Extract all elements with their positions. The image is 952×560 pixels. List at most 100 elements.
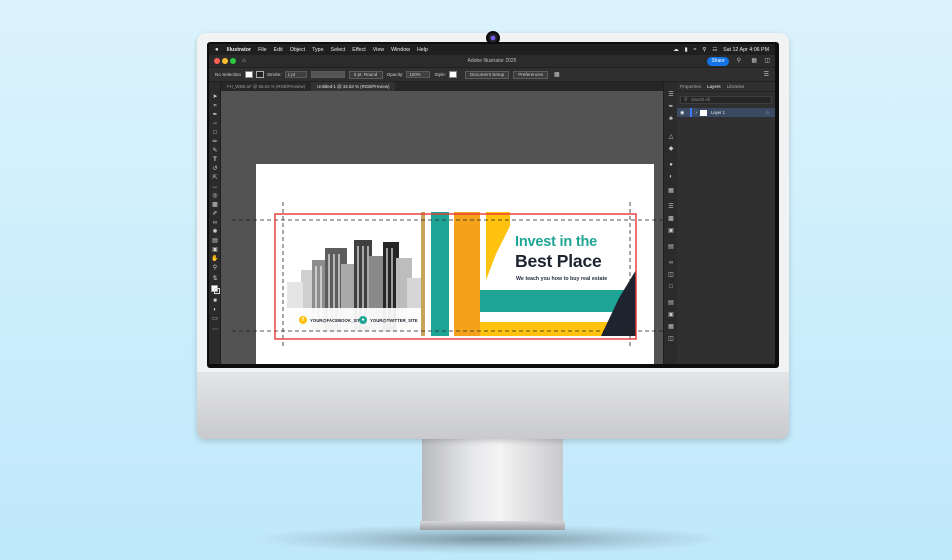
menu-effect[interactable]: Effect	[352, 47, 365, 53]
links-panel-icon[interactable]: ∞	[667, 260, 675, 266]
battery-icon[interactable]: ▮	[685, 47, 688, 53]
target-icon[interactable]: ○	[766, 110, 769, 115]
artboard-tool-icon[interactable]: ▣	[211, 247, 219, 253]
scale-tool-icon[interactable]: ⇱	[211, 175, 219, 181]
curvature-tool-icon[interactable]: ∽	[211, 121, 219, 127]
asset-export-panel-icon[interactable]: ◫	[667, 272, 675, 278]
home-icon[interactable]: ⌂	[242, 55, 246, 67]
menu-file[interactable]: File	[258, 47, 267, 53]
rectangle-tool-icon[interactable]: □	[211, 130, 219, 136]
color-panel-icon[interactable]: ●	[667, 162, 675, 168]
blend-tool-icon[interactable]: ∞	[211, 220, 219, 226]
menu-type[interactable]: Type	[312, 47, 323, 53]
menu-window[interactable]: Window	[391, 47, 410, 53]
transform-panel-icon[interactable]: ▦	[667, 324, 675, 330]
window-titlebar: ⌂ Adobe Illustrator 2025 Share ⚲ ▦ ◫	[209, 55, 775, 67]
panel-menu-icon[interactable]: ☰	[764, 71, 769, 78]
paintbrush-tool-icon[interactable]: ✏	[211, 139, 219, 145]
symbol-sprayer-tool-icon[interactable]: ✺	[211, 229, 219, 235]
workspace-switcher-icon[interactable]: ▦	[751, 55, 757, 67]
brushes-panel-icon[interactable]: ✒	[667, 104, 675, 110]
opacity-field[interactable]: 100%	[406, 71, 431, 78]
clock[interactable]: Sat 12 Apr 4:06 PM	[723, 47, 769, 53]
stroke-weight-field[interactable]: 1 pt	[284, 71, 307, 78]
stroke-swatch[interactable]	[256, 71, 265, 78]
layer-thumbnail	[700, 109, 708, 116]
tab-fh-web[interactable]: FH_WEB.ai* @ 66.63 % (RGB/Preview)	[221, 82, 311, 91]
appearance-panel-icon[interactable]: △	[667, 134, 675, 140]
rotate-tool-icon[interactable]: ↺	[211, 166, 219, 172]
menu-select[interactable]: Select	[331, 47, 346, 53]
apple-menu-icon[interactable]: ●	[215, 47, 219, 53]
drawing-mode-icon[interactable]: ◐	[211, 307, 219, 313]
panel-tabs: Properties Layers Libraries	[677, 82, 775, 92]
preferences-button[interactable]: Preferences	[513, 70, 548, 79]
gradient-tool-icon[interactable]: ▩	[211, 202, 219, 208]
cloud-icon[interactable]: ☁	[673, 47, 678, 53]
screen-mode-icon[interactable]: ▭	[211, 316, 219, 322]
variable-width-field[interactable]	[310, 71, 345, 78]
search-icon[interactable]: ⚲	[702, 47, 706, 53]
fill-swatch[interactable]	[245, 71, 254, 78]
swap-fill-stroke-icon[interactable]: ⇅	[211, 276, 219, 282]
graph-tool-icon[interactable]: ▤	[211, 238, 219, 244]
expand-layer-icon[interactable]: ›	[695, 110, 697, 116]
arrange-documents-icon[interactable]: ◫	[764, 55, 770, 67]
canvas[interactable]: Invest in the Best Place We teach you ho…	[221, 91, 678, 364]
layers-strip-icon[interactable]: ◫	[667, 336, 675, 342]
color-mode-icon[interactable]: ■	[211, 298, 219, 304]
share-button[interactable]: Share	[707, 56, 729, 66]
hand-tool-icon[interactable]: ✋	[211, 256, 219, 262]
tab-untitled-1[interactable]: Untitled-1 @ 34.53 % (RGB/Preview)	[311, 82, 396, 91]
menu-view[interactable]: View	[373, 47, 384, 53]
visibility-eye-icon[interactable]: ◉	[680, 110, 684, 116]
edit-toolbar-icon[interactable]: ⋯	[211, 327, 219, 333]
swatches-panel-icon[interactable]: ▦	[667, 188, 675, 194]
symbols-panel-icon[interactable]: ♣	[667, 116, 675, 122]
maximize-window-icon[interactable]	[230, 58, 236, 64]
menu-help[interactable]: Help	[417, 47, 428, 53]
pathfinder-panel-icon[interactable]: ▣	[667, 312, 675, 318]
layer-row[interactable]: ◉ › Layer 1 ○	[677, 108, 775, 117]
pencil-tool-icon[interactable]: ✎	[211, 148, 219, 154]
search-icon[interactable]: ⚲	[737, 55, 741, 67]
color-guide-panel-icon[interactable]: ◐	[667, 174, 675, 180]
align-panel-icon[interactable]: ▤	[667, 300, 675, 306]
stroke-panel-icon[interactable]: ☰	[667, 204, 675, 210]
arrange-icon[interactable]: ▦	[554, 71, 560, 78]
pen-tool-icon[interactable]: ✒	[211, 112, 219, 118]
layers-search-input[interactable]: ⚲ Search All ▼	[680, 96, 772, 104]
guides-overlay	[232, 202, 678, 349]
eyedropper-tool-icon[interactable]: ✐	[211, 211, 219, 217]
gradient-panel-icon[interactable]: ▩	[667, 216, 675, 222]
brush-definition-field[interactable]: 3 pt. Round	[348, 70, 383, 79]
stroke-label: Stroke:	[267, 72, 282, 77]
menu-edit[interactable]: Edit	[274, 47, 283, 53]
shape-builder-tool-icon[interactable]: ◎	[211, 193, 219, 199]
control-center-icon[interactable]: ☷	[712, 47, 717, 53]
layers-search-placeholder: Search All	[691, 97, 710, 102]
menu-app-name[interactable]: Illustrator	[227, 47, 251, 53]
graphic-style-swatch[interactable]	[448, 71, 457, 78]
close-window-icon[interactable]	[214, 58, 220, 64]
graphic-styles-panel-icon[interactable]: ◆	[667, 146, 675, 152]
properties-panel-icon[interactable]: ☰	[667, 92, 675, 98]
type-tool-icon[interactable]: T	[211, 157, 219, 163]
stroke-color-icon[interactable]	[214, 288, 220, 294]
width-tool-icon[interactable]: ↔	[211, 184, 219, 190]
artboards-panel-icon[interactable]: □	[667, 284, 675, 290]
artboard[interactable]: Invest in the Best Place We teach you ho…	[232, 164, 678, 364]
minimize-window-icon[interactable]	[222, 58, 228, 64]
tab-libraries[interactable]: Libraries	[724, 84, 748, 89]
selection-tool-icon[interactable]: ➤	[211, 94, 219, 100]
tab-layers[interactable]: Layers	[704, 84, 724, 89]
transparency-panel-icon[interactable]: ▣	[667, 228, 675, 234]
direct-selection-tool-icon[interactable]: ➣	[211, 103, 219, 109]
wifi-icon[interactable]: ≈	[694, 47, 697, 53]
layer-name[interactable]: Layer 1	[711, 110, 725, 115]
zoom-tool-icon[interactable]: ⚲	[211, 265, 219, 271]
document-setup-button[interactable]: Document Setup	[464, 70, 510, 79]
tab-properties[interactable]: Properties	[677, 84, 704, 89]
image-trace-panel-icon[interactable]: ▤	[667, 244, 675, 250]
menu-object[interactable]: Object	[290, 47, 305, 53]
